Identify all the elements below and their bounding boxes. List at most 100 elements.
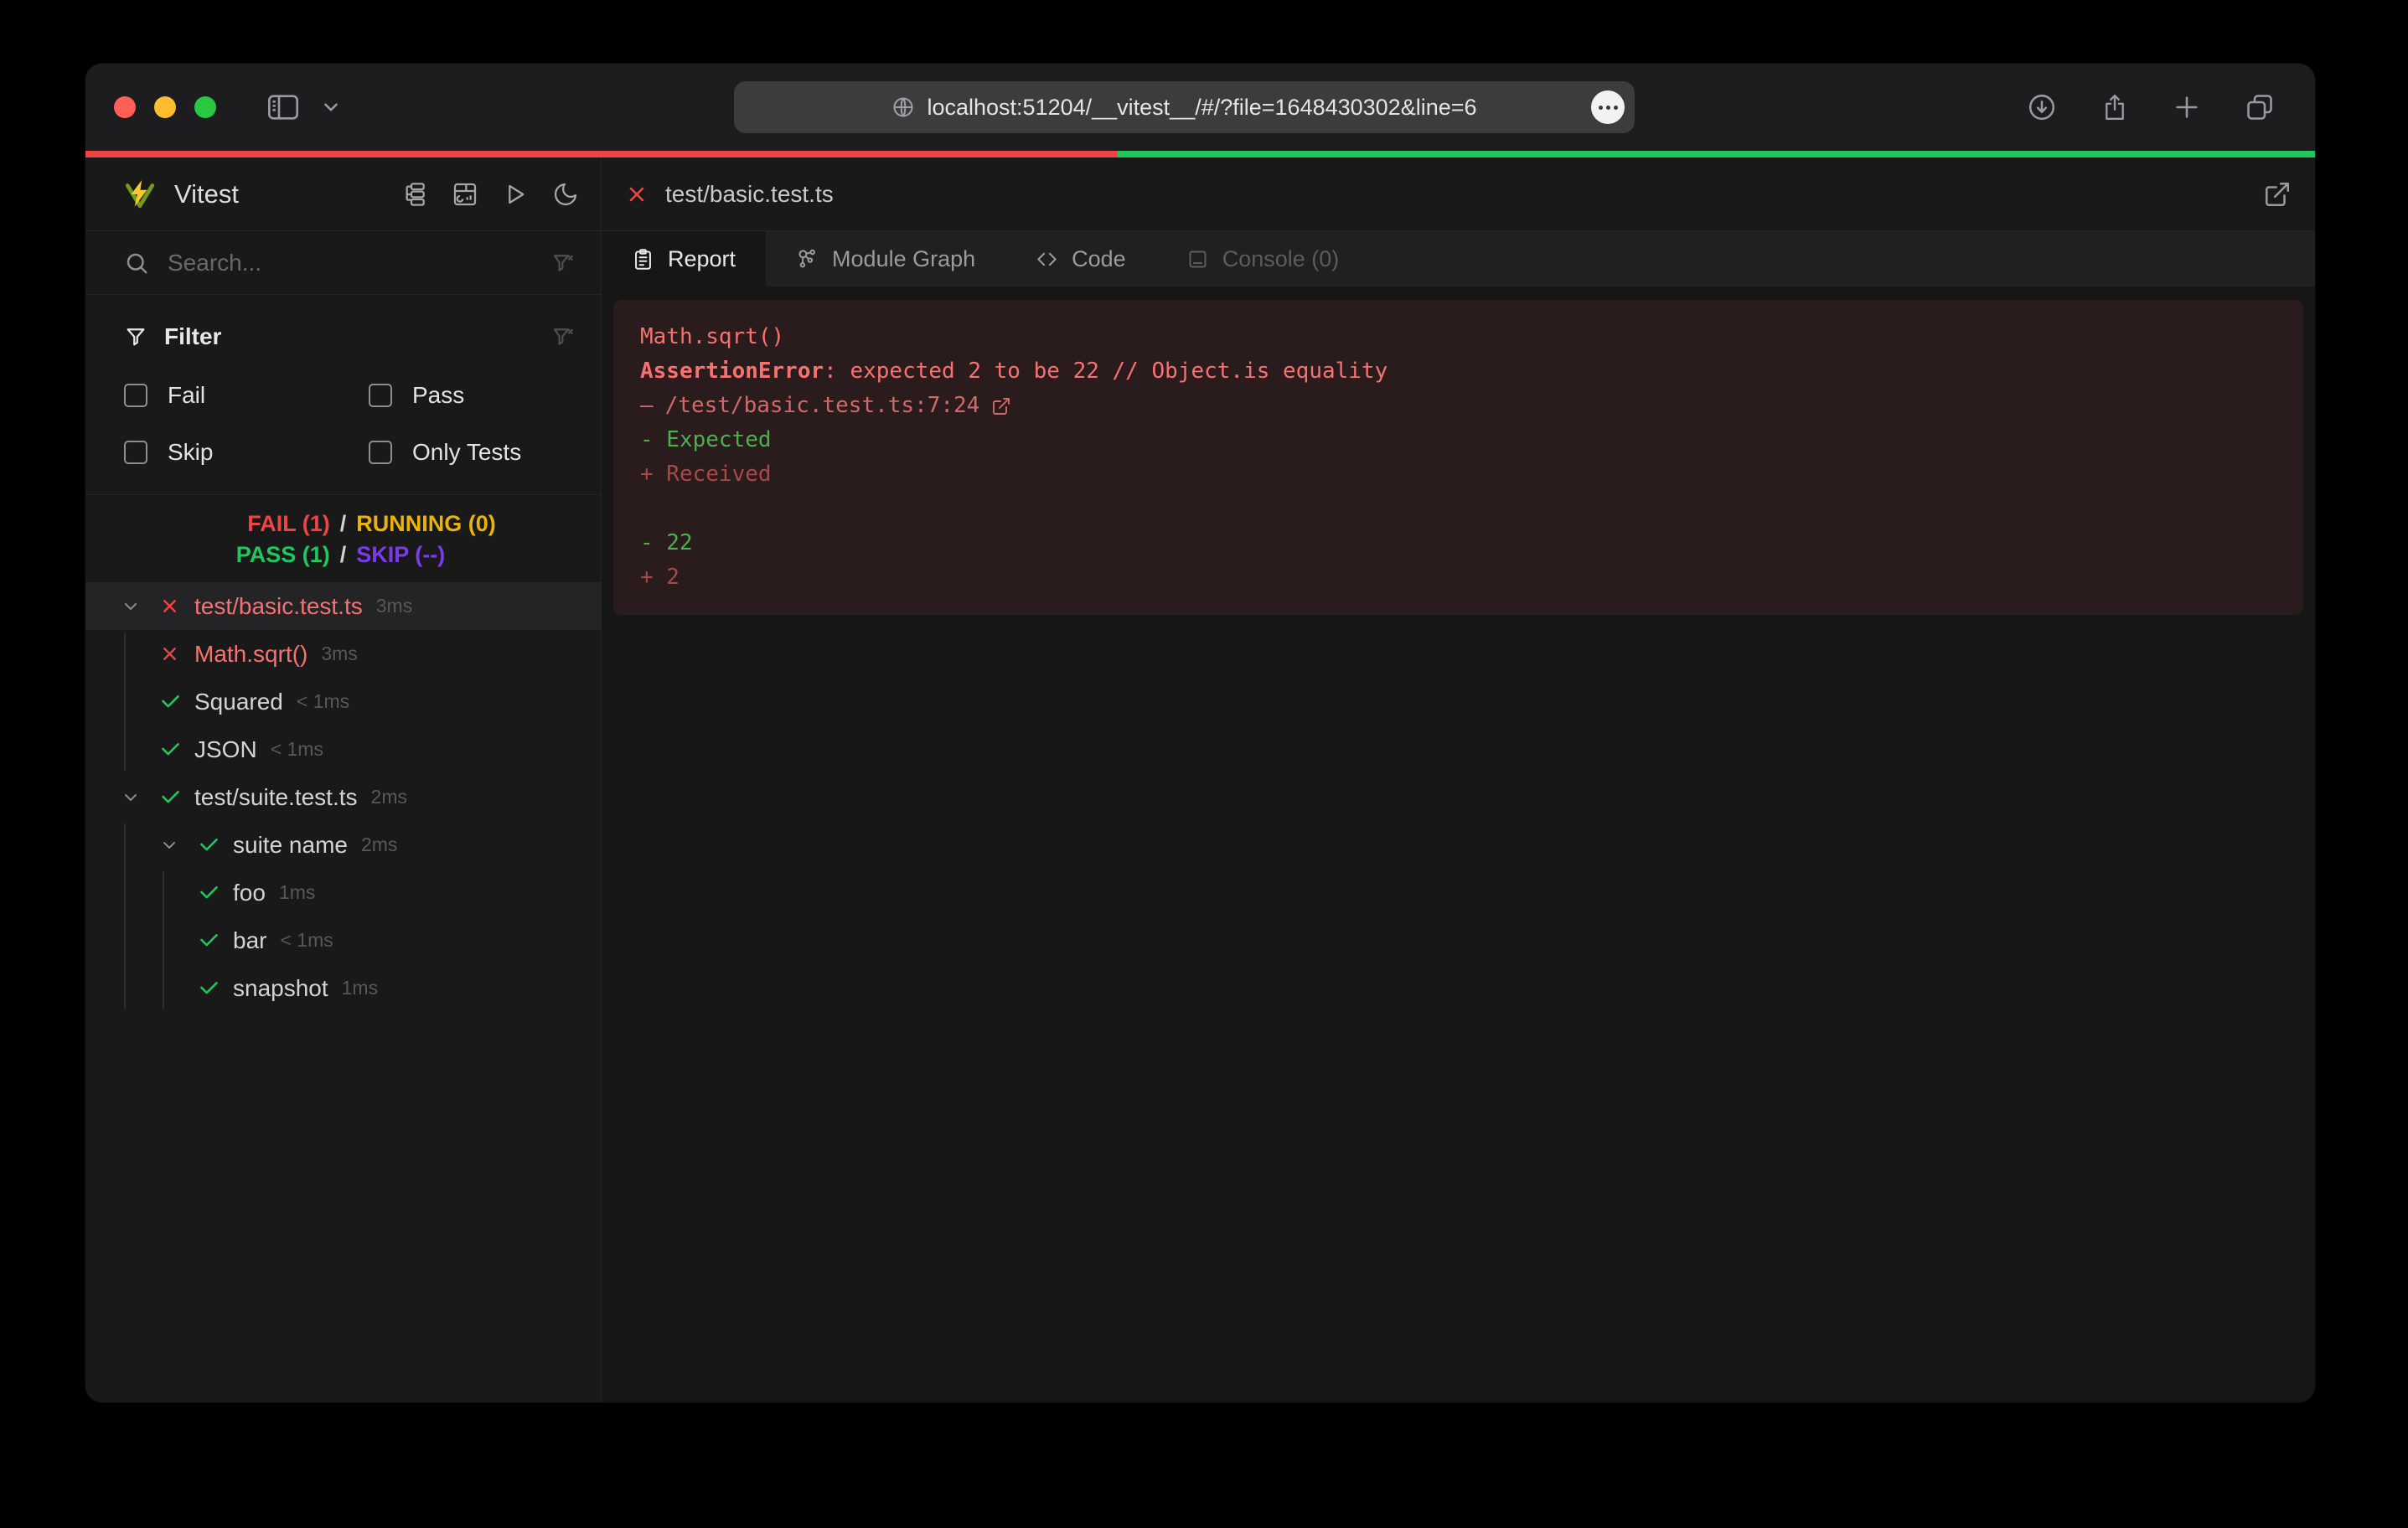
sidebar: Filter Fail Pass Skip Only Tests FAIL (1)/R… — [85, 231, 602, 1402]
stack-frame-line: – /test/basic.test.ts:7:24 — [640, 389, 2276, 423]
clear-filters-icon[interactable] — [550, 324, 576, 349]
filter-label: Filter — [164, 323, 221, 350]
test-name: suite name — [233, 832, 348, 859]
filter-option-skip[interactable]: Skip — [124, 439, 369, 466]
checkbox-unchecked[interactable] — [369, 441, 392, 464]
new-tab-icon[interactable] — [2173, 93, 2201, 121]
summary-right: SKIP (--) — [356, 539, 601, 570]
code-icon — [1036, 248, 1058, 271]
open-in-editor-icon[interactable] — [2263, 180, 2292, 209]
test-name: test/suite.test.ts — [194, 784, 358, 811]
tree-item-math-sqrt-[interactable]: Math.sqrt()3ms — [85, 630, 601, 678]
tab-code[interactable]: Code — [1005, 231, 1156, 286]
url-text: localhost:51204/__vitest__/#/?file=16484… — [927, 95, 1476, 121]
test-name: Squared — [194, 689, 283, 715]
checkbox-label: Fail — [168, 382, 205, 409]
summary-row: PASS (1)/SKIP (--) — [85, 539, 601, 570]
tree-item-squared[interactable]: Squared< 1ms — [85, 678, 601, 725]
summary-separator: / — [330, 539, 357, 570]
chevron-down-icon[interactable] — [320, 96, 342, 118]
tree-item-suite-name[interactable]: suite name 2ms — [85, 821, 601, 869]
tree-item-test-suite-test-ts[interactable]: test/suite.test.ts2ms — [85, 773, 601, 821]
report-view: Math.sqrt() AssertionError: expected 2 t… — [602, 286, 2315, 1402]
checkbox-unchecked[interactable] — [124, 441, 147, 464]
tab-console-0[interactable]: Console (0) — [1156, 231, 1370, 286]
test-duration: 1ms — [342, 977, 378, 999]
sidebar-toggle-icon[interactable] — [266, 93, 300, 121]
tree-item-bar[interactable]: bar< 1ms — [85, 916, 601, 964]
tab-label: Console (0) — [1222, 246, 1340, 272]
filter-option-only-tests[interactable]: Only Tests — [369, 439, 576, 466]
tab-bar: Report Module Graph Code Console (0) — [602, 231, 2315, 286]
share-icon[interactable] — [2101, 92, 2129, 122]
pass-icon — [159, 786, 194, 808]
stack-prefix: – — [640, 389, 654, 423]
downloads-icon[interactable] — [2027, 92, 2057, 122]
vitest-logo-icon — [124, 179, 156, 209]
assertion-error-line: AssertionError: expected 2 to be 22 // O… — [640, 354, 2276, 389]
tree-item-foo[interactable]: foo1ms — [85, 869, 601, 916]
error-panel: Math.sqrt() AssertionError: expected 2 t… — [613, 300, 2303, 615]
close-window-button[interactable] — [114, 96, 136, 118]
vitest-brand: Vitest — [124, 179, 239, 209]
checkbox-label: Pass — [412, 382, 464, 409]
chevron-down-icon[interactable] — [159, 835, 198, 855]
run-all-icon[interactable] — [502, 181, 529, 208]
checkbox-label: Only Tests — [412, 439, 521, 466]
chevron-down-icon[interactable] — [121, 787, 159, 808]
window-controls — [114, 96, 216, 118]
test-duration: 2ms — [361, 834, 397, 856]
open-file-title: test/basic.test.ts — [665, 181, 834, 208]
browser-window: localhost:51204/__vitest__/#/?file=16484… — [85, 64, 2315, 1402]
tab-module-graph[interactable]: Module Graph — [766, 231, 1005, 286]
test-name: foo — [233, 880, 266, 906]
search-bar — [85, 231, 601, 295]
summary-separator: / — [330, 508, 357, 539]
progress-fail-segment — [85, 151, 1118, 157]
tab-label: Module Graph — [832, 246, 975, 272]
summary-right: RUNNING (0) — [356, 508, 601, 539]
tab-label: Report — [668, 246, 736, 272]
summary-row: FAIL (1)/RUNNING (0) — [85, 508, 601, 539]
globe-icon — [891, 96, 915, 119]
page-menu-button[interactable] — [1591, 90, 1625, 124]
filter-option-fail[interactable]: Fail — [124, 382, 369, 409]
dashboard-icon[interactable] — [452, 181, 478, 208]
console-icon — [1186, 248, 1209, 271]
module-graph-icon — [796, 248, 819, 271]
chevron-down-icon[interactable] — [121, 596, 159, 617]
main-panel: Report Module Graph Code Console (0) Math.s… — [602, 231, 2315, 1402]
app-header: Vitest — [85, 157, 2315, 231]
pass-icon — [159, 738, 194, 761]
tree-item-snapshot[interactable]: snapshot1ms — [85, 964, 601, 1012]
diff-line-expected: - 22 — [640, 526, 2276, 560]
search-input[interactable] — [168, 250, 532, 276]
tree-item-json[interactable]: JSON< 1ms — [85, 725, 601, 773]
report-icon — [632, 248, 654, 271]
filter-section: Filter Fail Pass Skip Only Tests — [85, 295, 601, 494]
clear-search-filter-icon[interactable] — [550, 250, 576, 276]
tab-overview-icon[interactable] — [2245, 92, 2275, 122]
tab-report[interactable]: Report — [602, 231, 766, 286]
pass-icon — [198, 881, 233, 904]
pass-icon — [198, 834, 233, 856]
checkbox-unchecked[interactable] — [124, 384, 147, 407]
open-stack-in-editor-icon[interactable] — [991, 396, 1011, 416]
test-progress-bar — [85, 151, 2315, 157]
zoom-window-button[interactable] — [194, 96, 216, 118]
test-name: test/basic.test.ts — [194, 593, 363, 620]
dark-mode-icon[interactable] — [552, 181, 579, 208]
test-name: JSON — [194, 736, 257, 763]
address-bar[interactable]: localhost:51204/__vitest__/#/?file=16484… — [734, 81, 1635, 133]
app-title: Vitest — [174, 179, 239, 209]
filter-option-pass[interactable]: Pass — [369, 382, 576, 409]
failed-test-title: Math.sqrt() — [640, 320, 2276, 354]
checkbox-label: Skip — [168, 439, 213, 466]
test-duration: 3ms — [376, 595, 412, 617]
checkbox-unchecked[interactable] — [369, 384, 392, 407]
diff-line-received: + Received — [640, 457, 2276, 492]
tree-item-test-basic-test-ts[interactable]: test/basic.test.ts 3ms — [85, 582, 601, 630]
tree-view-icon[interactable] — [401, 181, 428, 208]
stack-location[interactable]: /test/basic.test.ts:7:24 — [665, 389, 980, 423]
minimize-window-button[interactable] — [154, 96, 176, 118]
